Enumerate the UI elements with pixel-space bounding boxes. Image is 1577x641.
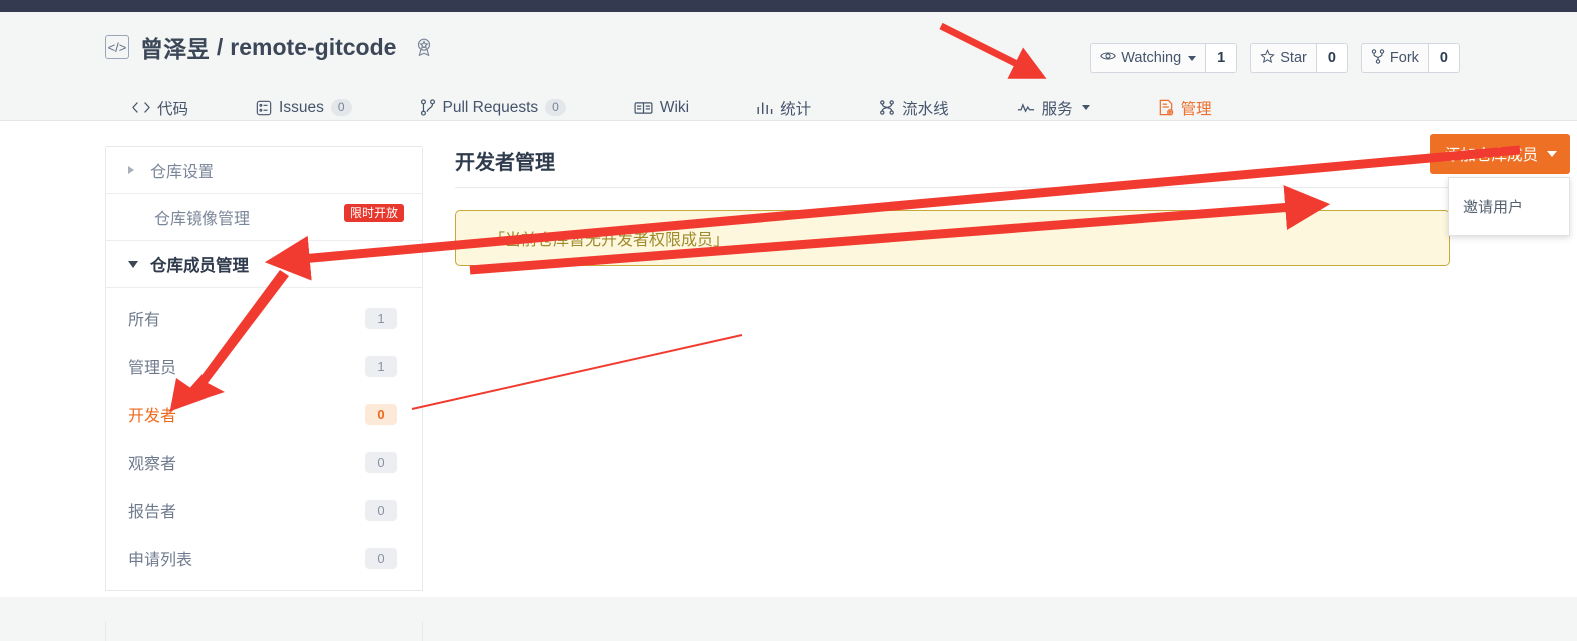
member-filter-developer-label: 开发者 (128, 408, 177, 425)
member-filter-all-label: 所有 (128, 312, 161, 329)
pipeline-icon (879, 100, 895, 115)
tab-pull-requests-label: Pull Requests (442, 98, 539, 116)
watching-button[interactable]: Watching (1090, 43, 1206, 73)
member-filter-admin[interactable]: 管理员 1 (106, 342, 422, 390)
tab-pull-requests-count: 0 (545, 99, 566, 116)
member-filter-developer[interactable]: 开发者 0 (106, 390, 422, 438)
member-filter-developer-count: 0 (365, 403, 397, 425)
header-actions: Watching 1 Star 0 Fork 0 (1090, 43, 1460, 73)
chevron-down-icon (1188, 55, 1197, 61)
watching-count: 1 (1205, 43, 1238, 73)
issues-icon (256, 100, 272, 116)
tab-pipeline-label: 流水线 (902, 100, 949, 118)
member-filter-applications[interactable]: 申请列表 0 (106, 534, 422, 582)
member-filter-applications-count: 0 (365, 547, 397, 569)
watching-button-group[interactable]: Watching 1 (1090, 43, 1238, 73)
member-filter-observer-label: 观察者 (128, 456, 177, 473)
service-pulse-icon (1017, 102, 1035, 114)
member-filter-admin-count: 1 (365, 355, 397, 377)
sidebar-item-mirror-management-label: 仓库镜像管理 (154, 211, 251, 228)
chevron-right-icon (128, 166, 134, 174)
fork-label: Fork (1389, 50, 1419, 66)
pull-request-icon (420, 99, 436, 116)
add-member-dropdown-menu: 邀请用户 (1448, 177, 1570, 236)
star-button-group[interactable]: Star 0 (1250, 43, 1348, 73)
repo-name[interactable]: remote-gitcode (230, 34, 396, 61)
manage-doc-icon (1158, 99, 1174, 116)
member-filter-observer-count: 0 (365, 451, 397, 473)
member-filter-reporter[interactable]: 报告者 0 (106, 486, 422, 534)
repo-header: </> 曾泽昱 / remote-gitcode Watching 1 Star… (0, 12, 1577, 133)
chevron-down-icon (128, 260, 138, 268)
sidebar-item-repo-settings[interactable]: 仓库设置 (106, 147, 422, 194)
code-icon (132, 101, 150, 114)
repo-owner[interactable]: 曾泽昱 (140, 30, 210, 64)
tab-wiki-label: Wiki (659, 98, 690, 116)
empty-developers-notice: 「当前仓库暂无开发者权限成员」 (455, 210, 1450, 266)
fork-count: 0 (1427, 43, 1460, 73)
chevron-down-icon (1547, 151, 1557, 157)
limited-time-badge: 限时开放 (344, 204, 405, 222)
sidebar-item-member-management[interactable]: 仓库成员管理 (106, 241, 422, 288)
tab-code-label: 代码 (157, 100, 189, 118)
page-title: 开发者管理 (455, 152, 555, 174)
main-title-row: 开发者管理 添加仓库成员 邀请用户 (455, 134, 1570, 236)
sidebar-item-repo-settings-label: 仓库设置 (150, 164, 215, 181)
sidebar-bottom-stub (105, 621, 423, 641)
sidebar-item-mirror-management[interactable]: 仓库镜像管理 限时开放 (106, 194, 422, 241)
repo-separator: / (216, 33, 224, 60)
add-repo-member-button[interactable]: 添加仓库成员 (1429, 134, 1570, 174)
add-repo-member-label: 添加仓库成员 (1444, 147, 1538, 164)
manage-sidebar: 仓库设置 仓库镜像管理 限时开放 仓库成员管理 (105, 146, 423, 288)
member-filter-all[interactable]: 所有 1 (106, 294, 422, 342)
member-filter-admin-label: 管理员 (128, 360, 177, 377)
tab-service-label: 服务 (1041, 100, 1073, 118)
code-brackets-icon: </> (105, 35, 129, 59)
member-filter-observer[interactable]: 观察者 0 (106, 438, 422, 486)
chart-bar-icon (757, 101, 773, 115)
wiki-book-icon (634, 101, 653, 115)
member-filter-list: 所有 1 管理员 1 开发者 0 观察者 0 报告者 0 申请列表 0 (105, 288, 423, 591)
top-system-bar (0, 0, 1577, 12)
tab-issues-label: Issues (279, 98, 324, 116)
page-content: 仓库设置 仓库镜像管理 限时开放 仓库成员管理 所有 1 管理员 1 开发者 0… (0, 121, 1577, 641)
member-filter-all-count: 1 (365, 307, 397, 329)
member-filter-applications-label: 申请列表 (128, 552, 193, 569)
fork-button-group[interactable]: Fork 0 (1360, 43, 1460, 73)
fork-icon (1371, 48, 1385, 68)
empty-developers-notice-text: 「当前仓库暂无开发者权限成员」 (489, 232, 730, 249)
award-badge-icon (412, 35, 436, 59)
dropdown-item-invite-user[interactable]: 邀请用户 (1449, 186, 1569, 227)
tab-statistics-label: 统计 (780, 100, 812, 118)
main-panel: 开发者管理 添加仓库成员 邀请用户 「当前仓库暂无开发者权限成员」 (455, 134, 1570, 266)
star-count: 0 (1315, 43, 1348, 73)
repo-title-row: </> 曾泽昱 / remote-gitcode (105, 30, 436, 64)
fork-button[interactable]: Fork (1360, 43, 1428, 73)
eye-icon (1100, 50, 1117, 66)
star-icon (1260, 48, 1276, 68)
star-button[interactable]: Star (1250, 43, 1316, 73)
member-filter-reporter-label: 报告者 (128, 504, 177, 521)
sidebar-item-member-management-label: 仓库成员管理 (150, 257, 249, 275)
star-label: Star (1280, 50, 1307, 66)
tab-issues-count: 0 (330, 99, 352, 116)
watching-label: Watching (1121, 50, 1182, 66)
chevron-down-icon (1081, 105, 1090, 110)
member-filter-reporter-count: 0 (365, 499, 397, 521)
tab-manage-label: 管理 (1180, 100, 1212, 118)
